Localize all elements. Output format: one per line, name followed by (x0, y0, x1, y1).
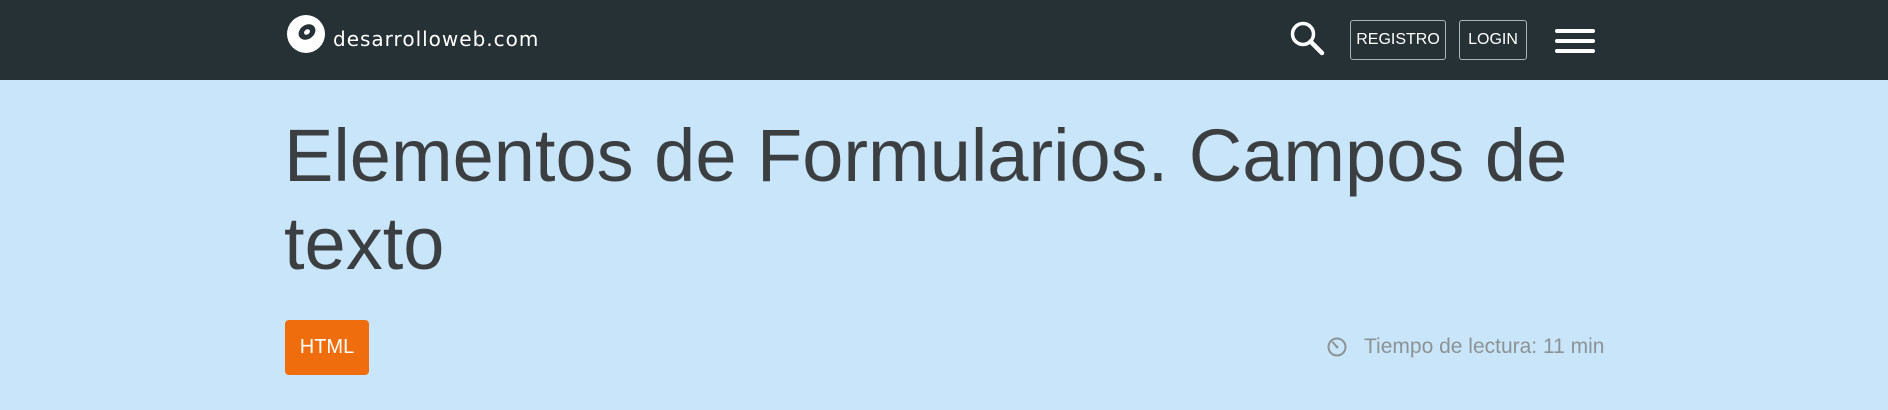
category-tag-html[interactable]: HTML (285, 320, 369, 375)
hamburger-menu-icon[interactable] (1553, 24, 1597, 58)
page-title: Elementos de Formularios. Campos de text… (284, 114, 1568, 285)
logo-text: desarrolloweb.com (333, 27, 540, 51)
search-icon[interactable] (1287, 18, 1327, 58)
menu-bar (1555, 49, 1595, 53)
login-button[interactable]: LOGIN (1459, 20, 1527, 60)
reading-time-text: Tiempo de lectura: 11 min (1364, 335, 1605, 358)
registro-button[interactable]: REGISTRO (1350, 20, 1446, 60)
disc-logo-icon (287, 15, 325, 53)
menu-bar (1555, 39, 1595, 43)
site-header: desarrolloweb.com REGISTRO LOGIN (0, 0, 1888, 80)
menu-bar (1555, 29, 1595, 33)
site-logo-link[interactable]: desarrolloweb.com (285, 12, 539, 56)
reading-time: Tiempo de lectura: 11 min (1326, 332, 1604, 362)
clock-icon (1327, 337, 1347, 357)
